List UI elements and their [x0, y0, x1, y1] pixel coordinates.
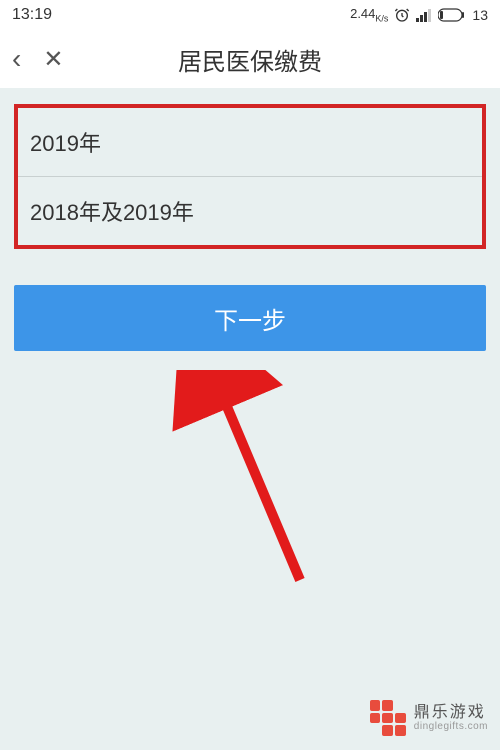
next-button[interactable]: 下一步	[14, 285, 486, 351]
status-bar: 13:19 2.44K/s 13	[0, 0, 500, 30]
nav-header: ‹ ✕ 居民医保缴费	[0, 30, 500, 88]
watermark-cn: 鼎乐游戏	[414, 704, 488, 722]
close-icon[interactable]: ✕	[43, 45, 63, 74]
watermark-logo-icon	[370, 700, 406, 736]
signal-icon	[416, 8, 432, 22]
watermark-text: 鼎乐游戏 dinglegifts.com	[414, 704, 488, 733]
option-2018-2019[interactable]: 2018年及2019年	[18, 177, 482, 245]
network-speed: 2.44K/s	[350, 6, 388, 24]
content: 2019年 2018年及2019年 下一步	[0, 88, 500, 351]
nav-left: ‹ ✕	[12, 43, 63, 75]
alarm-icon	[394, 7, 410, 23]
status-right: 2.44K/s 13	[350, 6, 488, 24]
watermark-en: dinglegifts.com	[414, 721, 488, 732]
status-time: 13:19	[12, 6, 52, 24]
back-icon[interactable]: ‹	[12, 43, 21, 75]
battery-percent: 13	[472, 7, 488, 23]
watermark: 鼎乐游戏 dinglegifts.com	[370, 700, 488, 736]
battery-icon	[438, 8, 466, 22]
year-options-box: 2019年 2018年及2019年	[14, 104, 486, 249]
page-title: 居民医保缴费	[178, 42, 322, 77]
arrow-annotation	[130, 370, 310, 590]
option-2019[interactable]: 2019年	[18, 108, 482, 177]
